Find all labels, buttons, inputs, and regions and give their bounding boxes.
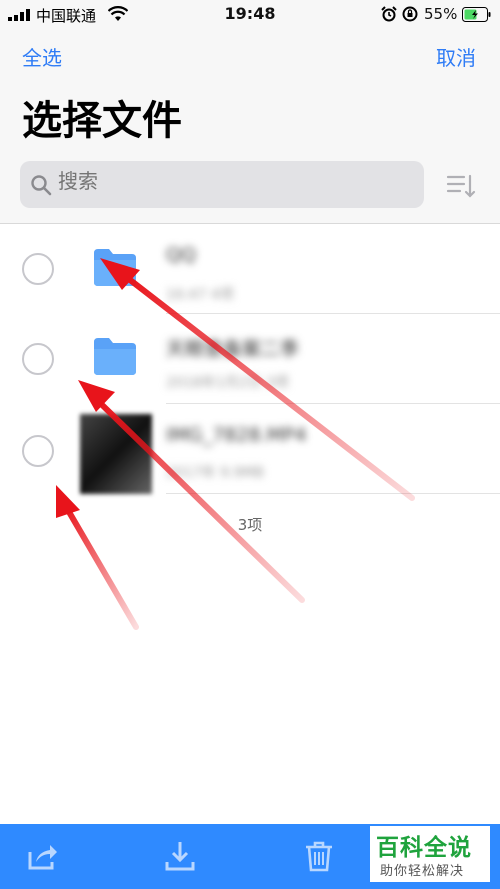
download-icon[interactable] (164, 840, 196, 872)
page-title: 选择文件 (22, 98, 182, 144)
status-bar: 中国联通 19:48 55% (0, 0, 500, 30)
file-name-1[interactable]: QQ (166, 244, 196, 266)
item-count: 3项 (237, 516, 263, 534)
search-input[interactable] (58, 171, 398, 194)
folder-icon (94, 338, 136, 375)
file-name-2[interactable]: 天眼查备案二季 (166, 334, 299, 361)
arrow-3 (56, 485, 139, 630)
battery-icon (462, 7, 491, 22)
video-thumbnail (80, 414, 152, 494)
share-icon[interactable] (26, 840, 58, 872)
row-divider (166, 493, 500, 494)
search-icon (31, 175, 52, 196)
watermark-logo: 百科全说 助你轻松解决 (370, 826, 490, 882)
row-divider (166, 313, 500, 314)
select-radio-1[interactable] (22, 253, 54, 285)
rotation-lock-icon (402, 6, 418, 22)
file-meta-3: 2017年 9.9MB (166, 465, 265, 481)
alarm-icon (381, 6, 397, 22)
watermark-subtitle: 助你轻松解决 (380, 864, 465, 879)
row-divider (166, 403, 500, 404)
select-radio-2[interactable] (22, 343, 54, 375)
folder-icon (94, 249, 136, 286)
select-radio-3[interactable] (22, 435, 54, 467)
cancel-button[interactable]: 取消 (436, 42, 476, 71)
sort-icon[interactable] (446, 173, 476, 199)
select-all-button[interactable]: 全选 (22, 42, 62, 71)
battery-percent: 55% (424, 5, 458, 23)
file-name-3[interactable]: IMG_7828.MP4 (166, 424, 307, 446)
file-meta-1: 16:47 4项 (166, 287, 234, 303)
watermark-title: 百科全说 (376, 835, 472, 861)
file-meta-2: 2018年1月2日 3项 (166, 375, 289, 391)
trash-icon[interactable] (303, 840, 335, 872)
search-bar[interactable] (20, 161, 424, 208)
header: 全选 取消 选择文件 (0, 30, 500, 224)
